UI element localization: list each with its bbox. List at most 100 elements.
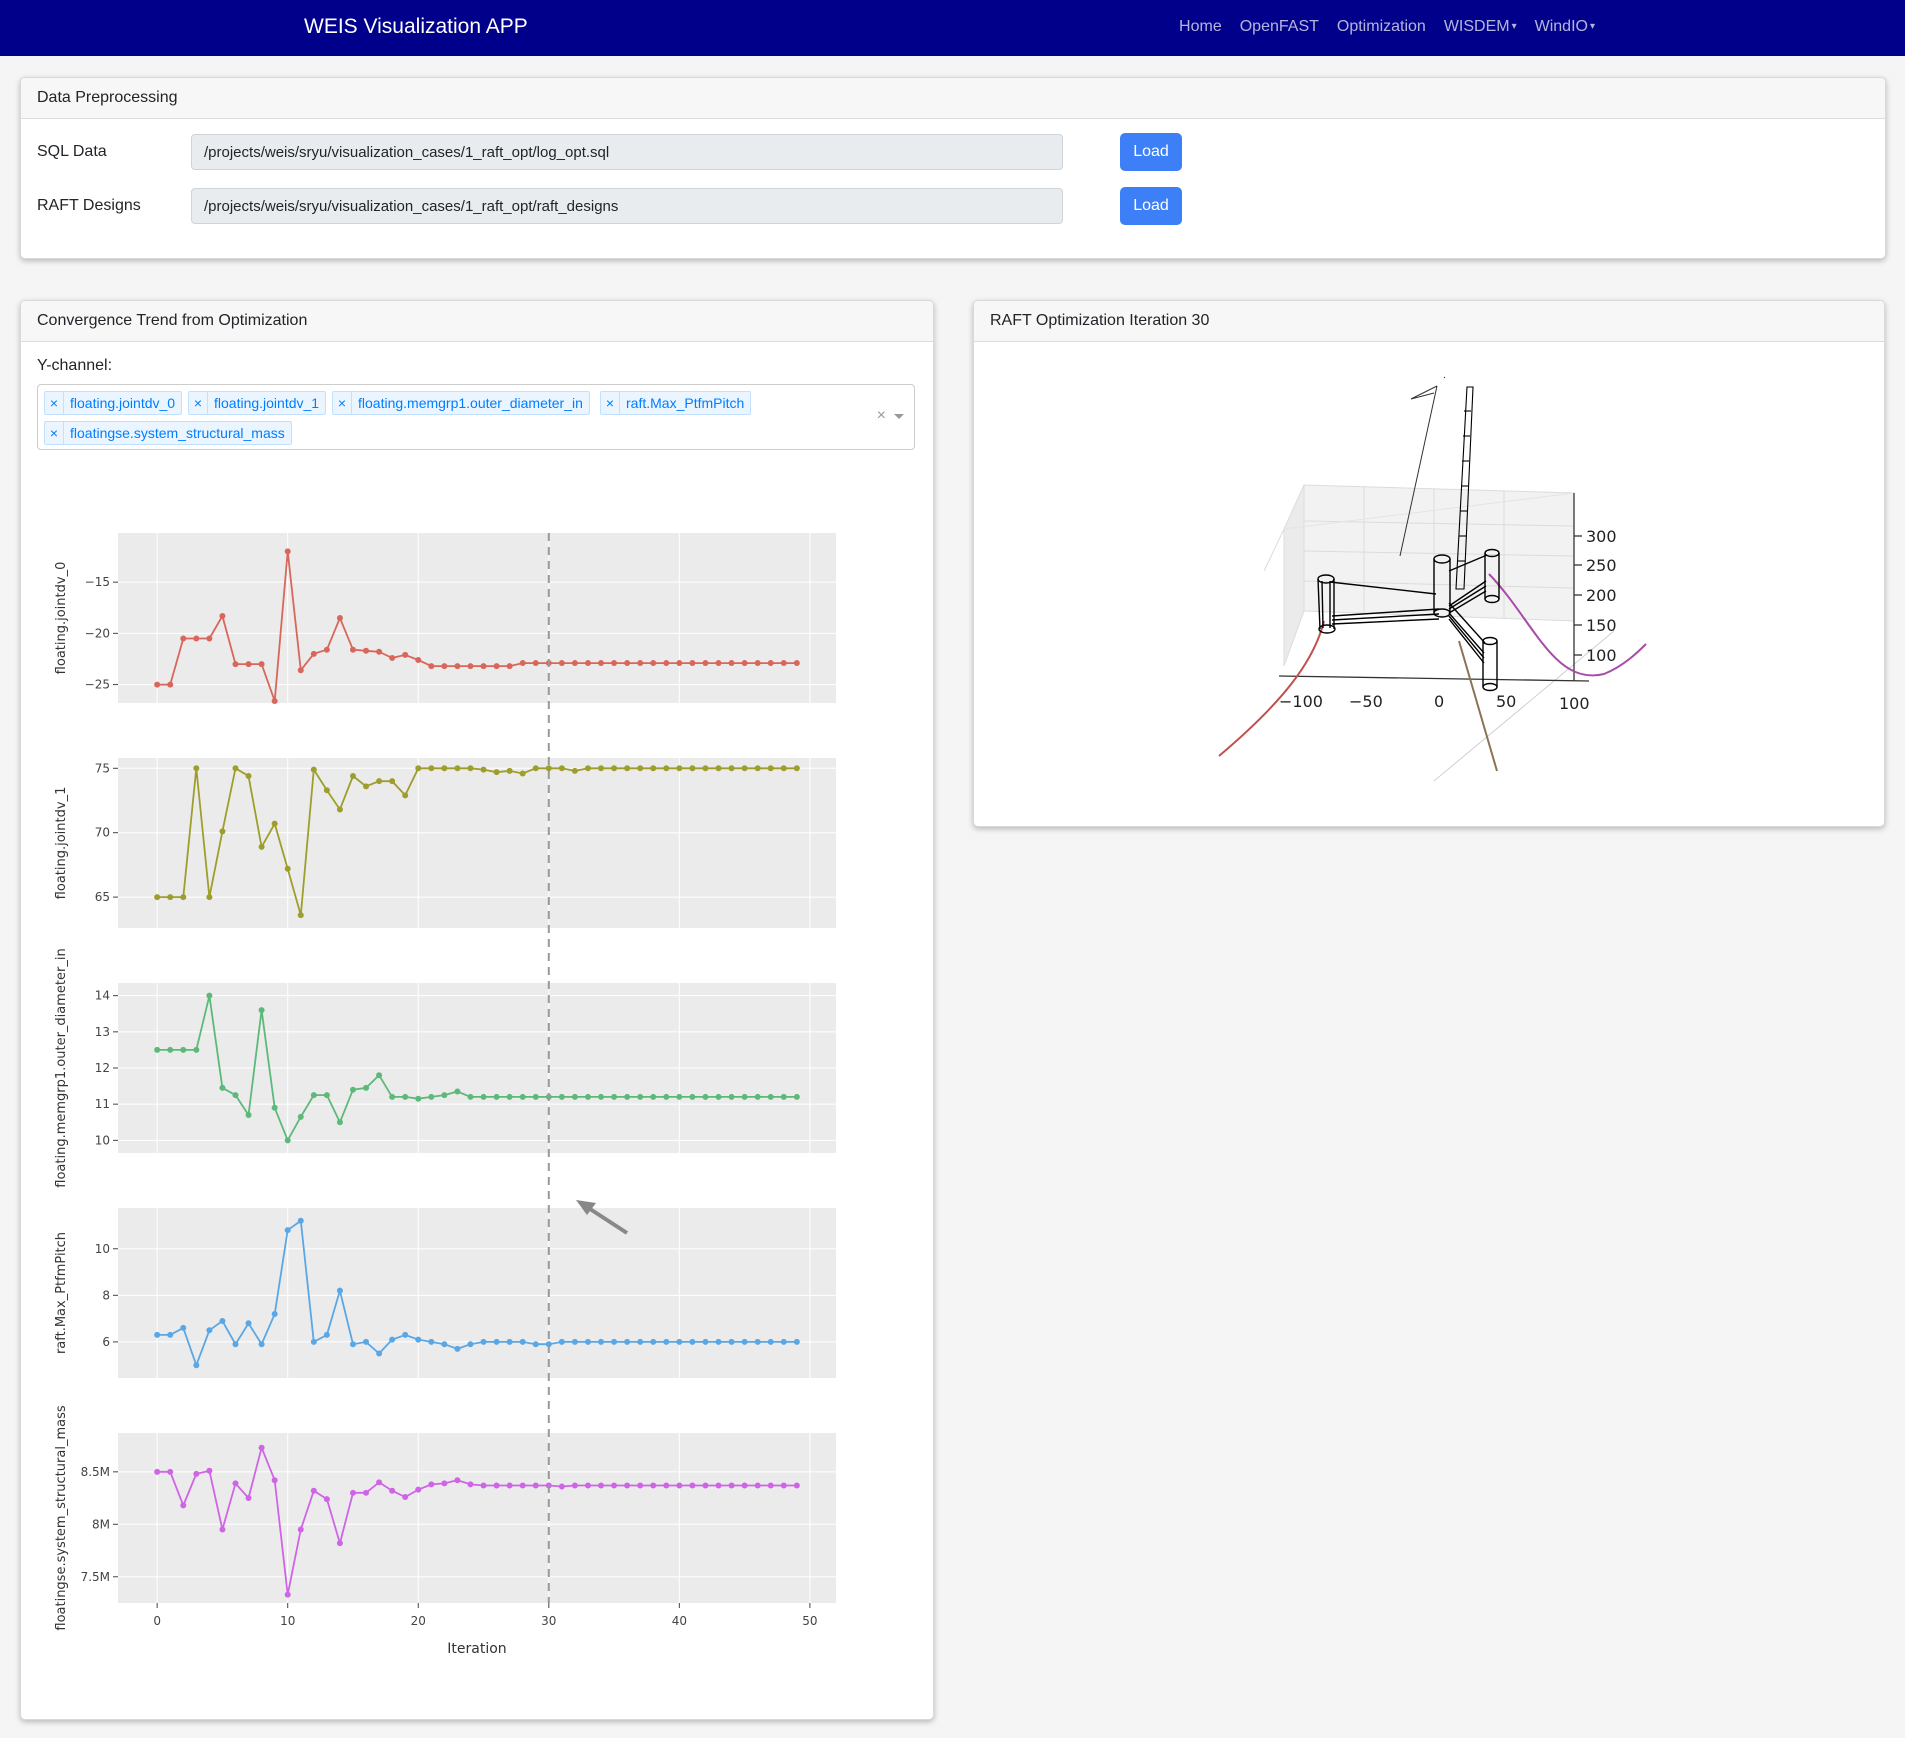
data-point: [584, 765, 591, 772]
data-point: [323, 1496, 330, 1503]
data-point: [376, 778, 383, 785]
data-point: [467, 765, 474, 772]
dropdown-arrow-icon[interactable]: [894, 414, 904, 419]
sql-path-input[interactable]: [191, 134, 1063, 170]
data-point: [611, 1482, 618, 1489]
y-tick-label: 6: [102, 1335, 110, 1349]
ychannel-tag-label: floating.jointdv_0: [70, 395, 176, 411]
data-point: [663, 1338, 670, 1345]
data-point: [571, 1093, 578, 1100]
data-point: [506, 1093, 513, 1100]
nav-optimization[interactable]: Optimization: [1337, 18, 1426, 36]
data-point: [154, 1046, 161, 1053]
data-point: [323, 1331, 330, 1338]
data-point: [180, 1046, 187, 1053]
app-brand[interactable]: WEIS Visualization APP: [304, 15, 528, 39]
x-tick-label: 0: [153, 1614, 161, 1628]
y-tick-label: 10: [95, 1133, 110, 1147]
clear-all-icon[interactable]: ×: [877, 407, 886, 425]
data-point: [389, 654, 396, 661]
data-point: [389, 1336, 396, 1343]
data-point: [219, 1084, 226, 1091]
data-point: [389, 1093, 396, 1100]
ychannel-tag-label: raft.Max_PtfmPitch: [626, 395, 745, 411]
data-point: [323, 646, 330, 653]
data-point: [454, 1477, 461, 1484]
ychannel-multiselect[interactable]: × floating.jointdv_0 × floating.jointdv_1 …: [37, 384, 915, 450]
ychannel-label: Y-channel:: [37, 357, 113, 374]
nav-openfast[interactable]: OpenFAST: [1240, 18, 1319, 36]
convergence-card: Convergence Trend from Optimization Y-ch…: [20, 300, 934, 1720]
nav-wisdem-dropdown[interactable]: WISDEM ▾: [1444, 18, 1517, 36]
data-point: [676, 660, 683, 667]
data-point: [741, 765, 748, 772]
ychannel-tag: × raft.Max_PtfmPitch: [600, 391, 752, 415]
data-point: [624, 1093, 631, 1100]
data-point: [728, 1338, 735, 1345]
remove-tag-icon[interactable]: ×: [45, 392, 64, 414]
data-point: [767, 1093, 774, 1100]
data-point: [454, 1088, 461, 1095]
data-point: [741, 1482, 748, 1489]
data-point: [297, 912, 304, 919]
data-point: [506, 663, 513, 670]
data-point: [271, 1477, 278, 1484]
data-point: [702, 765, 709, 772]
data-point: [676, 1093, 683, 1100]
data-point: [637, 1338, 644, 1345]
data-point: [180, 1324, 187, 1331]
data-point: [180, 635, 187, 642]
data-point: [154, 894, 161, 901]
data-point: [584, 1482, 591, 1489]
y-tick-label: −20: [85, 626, 110, 640]
x-tick: 50: [1496, 692, 1516, 711]
nav-wisdem-label: WISDEM: [1443, 18, 1510, 35]
data-point: [728, 765, 735, 772]
x-tick-label: 50: [802, 1614, 817, 1628]
mooring-line: [1458, 640, 1498, 772]
ychannel-tag: × floating.jointdv_1: [188, 391, 327, 415]
data-point: [780, 1482, 787, 1489]
data-point: [284, 865, 291, 872]
data-point: [754, 1338, 761, 1345]
ychannel-tag-label: floatingse.system_structural_mass: [70, 425, 285, 441]
data-point: [598, 1482, 605, 1489]
data-point: [193, 1046, 200, 1053]
data-point: [323, 1092, 330, 1099]
y-axis-title: raft.Max_PtfmPitch: [54, 1232, 69, 1354]
sql-load-button[interactable]: Load: [1120, 133, 1182, 171]
remove-tag-icon[interactable]: ×: [45, 422, 64, 444]
data-point: [258, 843, 265, 850]
data-point: [493, 1338, 500, 1345]
ychannel-tag-label: floating.memgrp1.outer_diameter_in: [358, 395, 583, 411]
data-point: [793, 1338, 800, 1345]
data-point: [193, 1362, 200, 1369]
data-point: [297, 1113, 304, 1120]
data-point: [780, 660, 787, 667]
data-point: [389, 778, 396, 785]
data-point: [558, 660, 565, 667]
data-point: [728, 1482, 735, 1489]
remove-tag-icon[interactable]: ×: [189, 392, 208, 414]
y-tick-label: 13: [95, 1025, 110, 1039]
remove-tag-icon[interactable]: ×: [601, 392, 620, 414]
data-point: [767, 660, 774, 667]
raft-load-button[interactable]: Load: [1120, 187, 1182, 225]
data-point: [467, 1481, 474, 1488]
raft-path-input[interactable]: [191, 188, 1063, 224]
y-tick-label: 65: [95, 890, 110, 904]
z-tick: 250: [1586, 556, 1617, 575]
plot-background: [118, 533, 836, 703]
convergence-chart: −15 −20 −25 floating.jointdv_0 75 70 65 floatin…: [54, 533, 836, 1657]
data-point: [245, 1320, 252, 1327]
y-axis-title: floatingse.system_structural_mass: [54, 1405, 69, 1630]
data-point: [428, 663, 435, 670]
data-point: [415, 1095, 422, 1102]
nav-home[interactable]: Home: [1179, 18, 1222, 36]
raft-3d-plot[interactable]: 300 250 200 150 100 −100 −50 0 50 100: [974, 341, 1884, 826]
data-point: [206, 1467, 213, 1474]
nav-windio-dropdown[interactable]: WindIO ▾: [1535, 18, 1595, 36]
data-point: [715, 660, 722, 667]
data-point: [310, 766, 317, 773]
remove-tag-icon[interactable]: ×: [333, 392, 352, 414]
